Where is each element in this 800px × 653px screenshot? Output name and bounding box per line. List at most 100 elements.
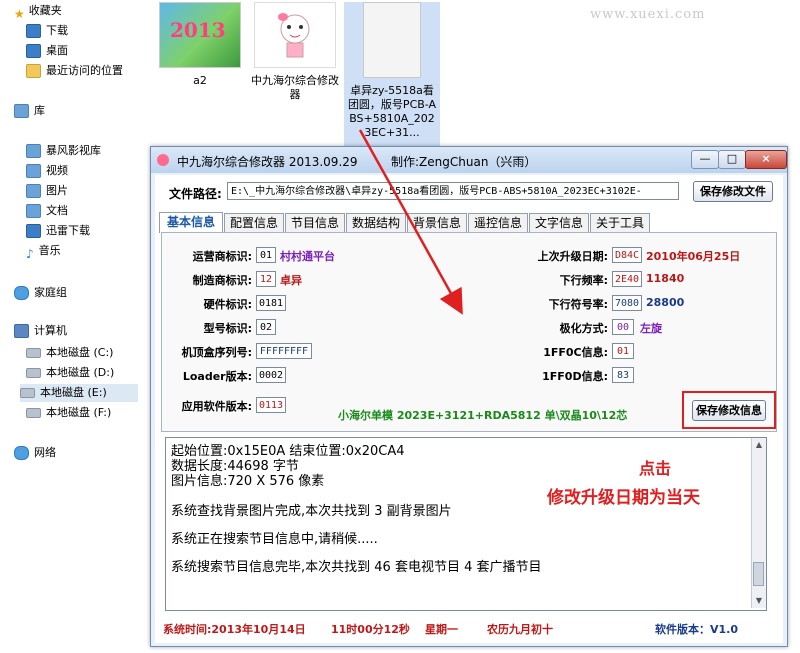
log-line: 系统搜索节目信息完毕,本次共找到 46 套电视节目 4 套广播节目 <box>171 560 542 575</box>
thunder-download-icon <box>26 224 41 238</box>
field-operator-name: 村村通平台 <box>280 250 335 263</box>
field-1ff0c[interactable]: 01 <box>612 343 634 359</box>
file-list: 2013 a2 中九海尔综合修改器 卓异zy-5518a看团圆，版号PCB-AB… <box>150 0 800 150</box>
field-label-last-upgrade: 上次升级日期: <box>537 250 608 263</box>
tab-config-info[interactable]: 配置信息 <box>224 213 284 232</box>
title-bar[interactable]: 中九海尔综合修改器 2013.09.29 制作:ZengChuan（兴雨） — … <box>151 147 787 173</box>
minimize-button[interactable]: — <box>691 150 719 169</box>
sidebar-item-drive-f[interactable]: 本地磁盘 (F:) <box>26 404 111 422</box>
sidebar-item-documents[interactable]: 文档 <box>26 202 68 220</box>
sidebar-item-desktop[interactable]: 桌面 <box>26 42 68 60</box>
computer-icon <box>14 324 29 338</box>
field-label-model: 型号标识: <box>203 322 252 335</box>
field-label-loader: Loader版本: <box>182 370 252 383</box>
status-bar: 系统时间:2013年10月14日 11时00分12秒 星期一 农历九月初十 软件… <box>159 619 779 637</box>
sidebar-item-music[interactable]: ♪ 音乐 <box>26 242 61 261</box>
drive-icon <box>26 408 41 418</box>
field-app-version[interactable]: 0113 <box>256 397 286 413</box>
sheep-app-icon <box>254 2 336 68</box>
field-operator-id[interactable]: 01 <box>256 247 276 263</box>
field-label-hardware: 硬件标识: <box>203 298 252 311</box>
field-model-id[interactable]: 02 <box>256 319 276 335</box>
network-icon <box>14 446 29 460</box>
sidebar-item-drive-c[interactable]: 本地磁盘 (C:) <box>26 344 113 362</box>
sidebar-item-drive-d[interactable]: 本地磁盘 (D:) <box>26 364 114 382</box>
status-lunar: 农历九月初十 <box>487 623 553 636</box>
maximize-button[interactable]: □ <box>718 150 746 169</box>
tab-remote-info[interactable]: 遥控信息 <box>468 213 528 232</box>
annotation-click: 点击 <box>639 459 672 478</box>
field-symbol-rate: 28800 <box>646 296 685 309</box>
file-item-modifier[interactable]: 中九海尔综合修改器 <box>250 2 340 102</box>
sidebar-item-baofeng[interactable]: 暴风影视库 <box>26 142 101 160</box>
tab-background-info[interactable]: 背景信息 <box>407 213 467 232</box>
watermark: www.xuexi.com <box>590 7 706 22</box>
field-label-1ff0d: 1FF0D信息: <box>542 370 608 383</box>
file-item-firmware[interactable]: 卓异zy-5518a看团圆，版号PCB-ABS+5810A_2023EC+31.… <box>344 2 440 146</box>
scroll-thumb[interactable] <box>753 562 764 586</box>
close-button[interactable]: × <box>745 150 787 169</box>
log-output[interactable]: 起始位置:0x15E0A 结束位置:0x20CA4 数据长度:44698 字节 … <box>165 437 767 611</box>
sidebar-library[interactable]: 库 <box>14 102 45 120</box>
sidebar-favorites[interactable]: ★ 收藏夹 <box>14 2 62 21</box>
tab-program-info[interactable]: 节目信息 <box>285 213 345 232</box>
sidebar-network[interactable]: 网络 <box>14 444 56 462</box>
field-manufacturer-id[interactable]: 12 <box>256 271 276 287</box>
sidebar-homegroup[interactable]: 家庭组 <box>14 284 67 302</box>
app-sheep-icon <box>157 154 169 166</box>
field-label-manufacturer: 制造商标识: <box>192 274 252 287</box>
save-file-button[interactable]: 保存修改文件 <box>693 181 773 202</box>
status-version: 软件版本：V1.0 <box>655 623 738 636</box>
log-line: 系统查找背景图片完成,本次共找到 3 副背景图片 <box>171 504 452 519</box>
field-hardware-id[interactable]: 0181 <box>256 295 286 311</box>
scroll-down-icon[interactable]: ▼ <box>752 594 766 608</box>
sidebar-item-downloads[interactable]: 下载 <box>26 22 68 40</box>
field-serial-number[interactable]: FFFFFFFF <box>256 343 312 359</box>
field-downlink-freq: 11840 <box>646 272 685 285</box>
save-info-button[interactable]: 保存修改信息 <box>692 400 766 421</box>
drive-icon <box>26 348 41 358</box>
field-last-upgrade-date: 2010年06月25日 <box>646 250 741 263</box>
log-scrollbar[interactable]: ▲ ▼ <box>751 438 766 608</box>
field-polarization-code[interactable]: 00 <box>612 319 634 335</box>
field-label-operator: 运营商标识: <box>192 250 252 263</box>
path-label: 文件路径: <box>169 187 222 201</box>
sidebar-item-thunder[interactable]: 迅雷下载 <box>26 222 90 240</box>
recent-places-icon <box>26 64 41 78</box>
field-loader-version[interactable]: 0002 <box>256 367 286 383</box>
field-symbol-rate-code[interactable]: 7080 <box>612 295 642 311</box>
field-label-polarization: 极化方式: <box>559 322 608 335</box>
sidebar-item-pictures[interactable]: 图片 <box>26 182 68 200</box>
tab-about-tool[interactable]: 关于工具 <box>590 213 650 232</box>
window-content: 文件路径: E:\_中九海尔综合修改器\卓异zy-5518a看团圆，版号PCB-… <box>155 175 783 643</box>
field-manufacturer-name: 卓异 <box>280 274 302 287</box>
tab-basic-info[interactable]: 基本信息 <box>159 212 223 233</box>
annotation-instruction: 修改升级日期为当天 <box>547 488 700 508</box>
sidebar-item-drive-e[interactable]: 本地磁盘 (E:) <box>20 384 138 402</box>
music-note-icon: ♪ <box>26 247 34 261</box>
field-1ff0d[interactable]: 83 <box>612 367 634 383</box>
star-icon: ★ <box>14 7 25 21</box>
video-library-icon <box>26 144 41 158</box>
sidebar-item-recent[interactable]: 最近访问的位置 <box>26 62 123 80</box>
field-label-app-version: 应用软件版本: <box>181 400 252 413</box>
explorer-sidebar: ★ 收藏夹 下载 桌面 最近访问的位置 库 暴风影视库 视频 图片 文档 迅雷下载… <box>0 0 140 653</box>
field-polarization: 左旋 <box>640 322 662 335</box>
documents-icon <box>26 204 41 218</box>
scroll-up-icon[interactable]: ▲ <box>752 438 766 452</box>
sidebar-item-videos[interactable]: 视频 <box>26 162 68 180</box>
file-path-input[interactable]: E:\_中九海尔综合修改器\卓异zy-5518a看团圆，版号PCB-ABS+58… <box>227 182 679 200</box>
library-icon <box>14 104 29 118</box>
videos-icon <box>26 164 41 178</box>
field-last-upgrade-code[interactable]: D84C <box>612 247 642 263</box>
tab-data-structure[interactable]: 数据结构 <box>346 213 406 232</box>
field-downlink-freq-code[interactable]: 2E40 <box>612 271 642 287</box>
status-weekday: 星期一 <box>425 623 458 636</box>
download-folder-icon <box>26 24 41 38</box>
tab-text-info[interactable]: 文字信息 <box>529 213 589 232</box>
status-date: 系统时间:2013年10月14日 <box>163 623 306 636</box>
log-line: 图片信息:720 X 576 像素 <box>171 474 325 489</box>
sidebar-computer[interactable]: 计算机 <box>14 322 67 340</box>
file-item-a2[interactable]: 2013 a2 <box>155 2 245 88</box>
basic-info-panel: 运营商标识: 01 村村通平台 制造商标识: 12 卓异 硬件标识: 0181 … <box>161 232 777 432</box>
